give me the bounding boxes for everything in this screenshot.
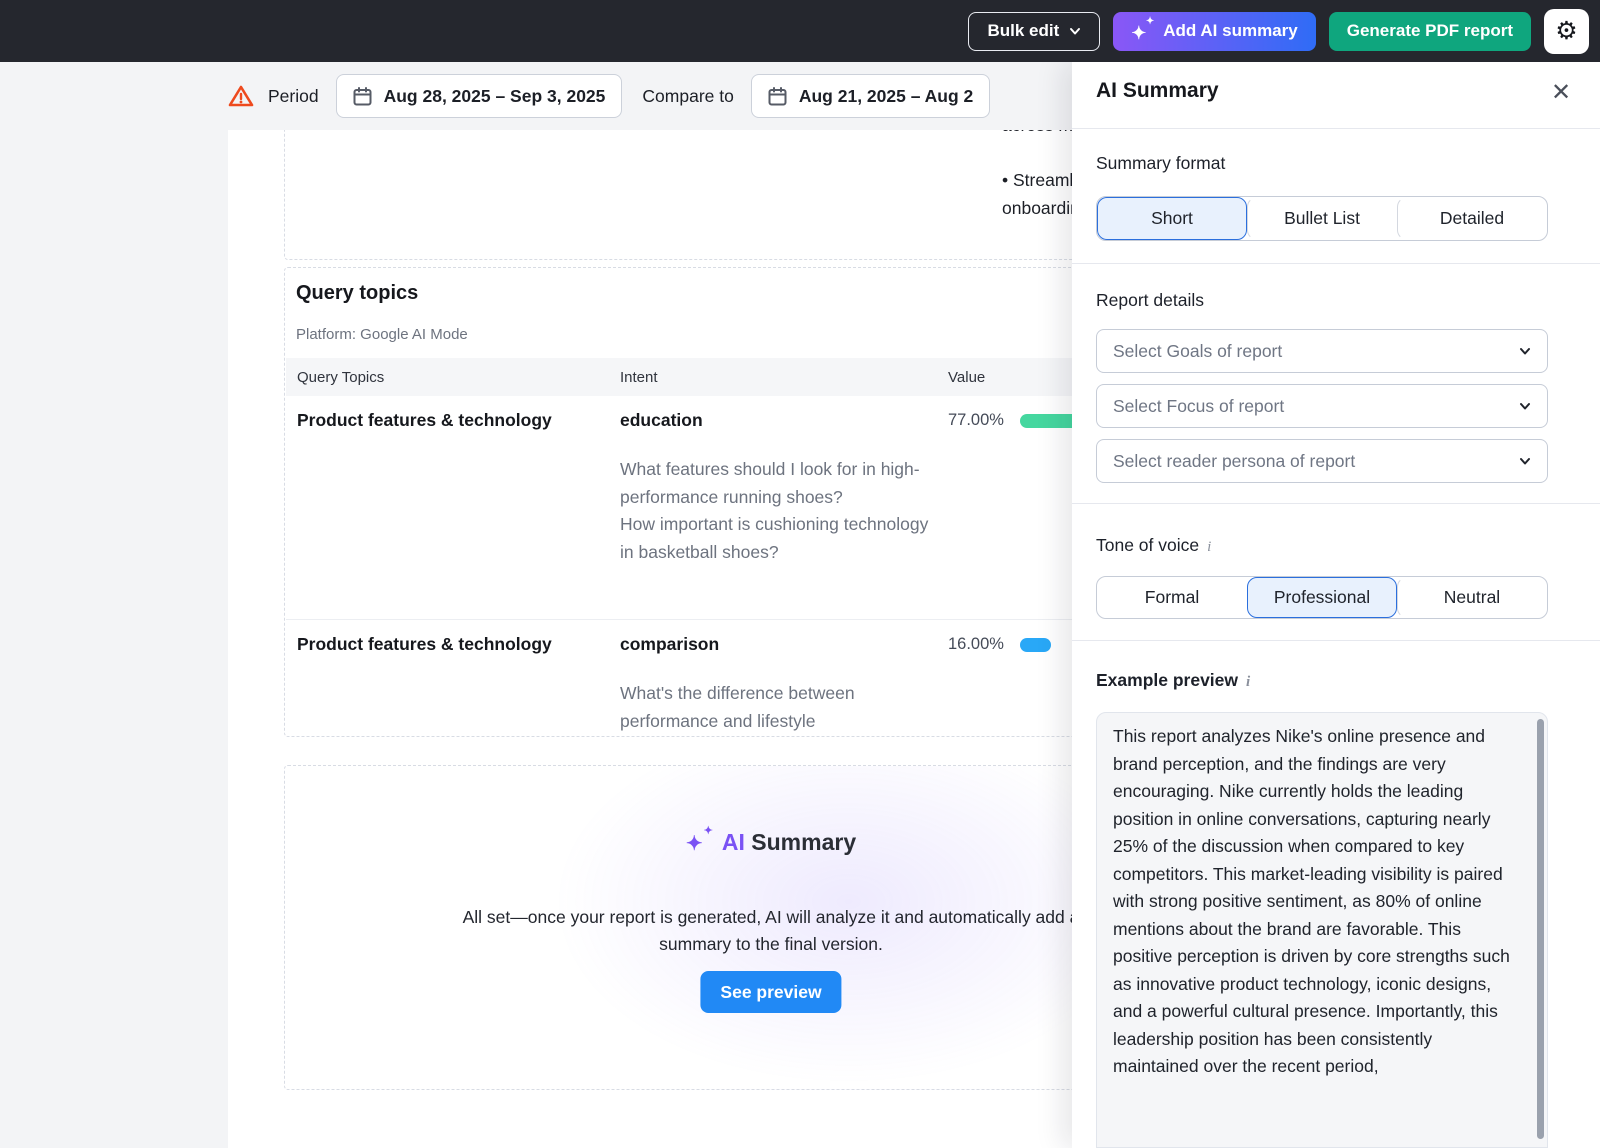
query-topics-platform: Platform: Google AI Mode — [296, 326, 468, 343]
compare-date-picker[interactable]: Aug 21, 2025 – Aug 2 — [751, 74, 990, 118]
value-bar — [1020, 638, 1051, 652]
period-date-value: Aug 28, 2025 – Sep 3, 2025 — [384, 86, 606, 107]
bulk-edit-label: Bulk edit — [987, 21, 1059, 41]
ai-summary-panel: AI Summary ✕ Summary format Short Bullet… — [1072, 62, 1600, 1148]
reader-persona-select[interactable]: Select reader persona of report — [1096, 439, 1548, 483]
segment-detailed[interactable]: Detailed — [1397, 197, 1547, 240]
example-preview-text: This report analyzes Nike's online prese… — [1113, 723, 1518, 1081]
report-details-label: Report details — [1096, 290, 1204, 311]
row-questions: What features should I look for in high-… — [620, 456, 932, 566]
segment-formal[interactable]: Formal — [1097, 577, 1247, 618]
sparkles-icon: ✦✦ — [686, 828, 712, 854]
see-preview-button[interactable]: See preview — [700, 971, 841, 1013]
row-intent: education — [620, 410, 703, 431]
column-header-value: Value — [948, 369, 1068, 386]
example-preview-label-text: Example preview — [1096, 670, 1238, 690]
generate-pdf-report-button[interactable]: Generate PDF report — [1329, 12, 1531, 51]
compare-to-label: Compare to — [642, 86, 733, 107]
summary-format-segmented-control: Short Bullet List Detailed — [1096, 196, 1548, 241]
top-toolbar: Bulk edit ✦✦ Add AI summary Generate PDF… — [0, 0, 1600, 62]
chevron-down-icon — [1519, 345, 1531, 357]
warning-icon — [228, 84, 254, 108]
column-header-query-topics: Query Topics — [297, 369, 617, 386]
example-preview-textarea[interactable]: This report analyzes Nike's online prese… — [1096, 712, 1548, 1148]
goals-select[interactable]: Select Goals of report — [1096, 329, 1548, 373]
promo-title-ai: AI — [722, 829, 745, 855]
settings-button[interactable]: ⚙ — [1544, 9, 1589, 54]
row-value-percent: 77.00% — [948, 411, 1004, 430]
calendar-icon — [353, 87, 372, 106]
info-icon[interactable]: i — [1246, 674, 1250, 690]
ai-summary-promo-body: All set—once your report is generated, A… — [461, 904, 1081, 958]
add-ai-summary-label: Add AI summary — [1163, 21, 1297, 41]
focus-select[interactable]: Select Focus of report — [1096, 384, 1548, 428]
gear-icon: ⚙ — [1555, 19, 1577, 44]
row-value-percent: 16.00% — [948, 635, 1004, 654]
goals-select-placeholder: Select Goals of report — [1113, 341, 1282, 362]
column-header-intent: Intent — [620, 369, 932, 386]
promo-title-summary: Summary — [745, 829, 856, 855]
tone-label-text: Tone of voice — [1096, 535, 1199, 555]
info-icon[interactable]: i — [1207, 539, 1211, 555]
segment-bullet-list[interactable]: Bullet List — [1247, 197, 1397, 240]
segment-neutral[interactable]: Neutral — [1397, 577, 1547, 618]
row-topic: Product features & technology — [297, 634, 617, 655]
sparkles-icon: ✦✦ — [1131, 19, 1153, 43]
example-preview-label: Example preview i — [1096, 670, 1250, 691]
bulk-edit-button[interactable]: Bulk edit — [968, 12, 1100, 51]
row-questions: What's the difference between performanc… — [620, 680, 932, 735]
query-topics-title: Query topics — [296, 282, 418, 305]
row-value: 16.00% — [948, 635, 1051, 654]
panel-title: AI Summary — [1096, 79, 1219, 103]
row-topic: Product features & technology — [297, 410, 617, 431]
compare-date-value: Aug 21, 2025 – Aug 2 — [799, 86, 973, 107]
generate-pdf-label: Generate PDF report — [1347, 21, 1513, 41]
close-icon[interactable]: ✕ — [1544, 76, 1578, 110]
tone-of-voice-label: Tone of voice i — [1096, 535, 1211, 556]
segment-professional[interactable]: Professional — [1247, 577, 1397, 618]
row-intent: comparison — [620, 634, 719, 655]
scrollbar-thumb[interactable] — [1537, 719, 1544, 1139]
chevron-down-icon — [1519, 455, 1531, 467]
focus-select-placeholder: Select Focus of report — [1113, 396, 1284, 417]
add-ai-summary-button[interactable]: ✦✦ Add AI summary — [1113, 12, 1315, 51]
tone-segmented-control: Formal Professional Neutral — [1096, 576, 1548, 619]
segment-short[interactable]: Short — [1097, 197, 1247, 240]
chevron-down-icon — [1519, 400, 1531, 412]
reader-persona-placeholder: Select reader persona of report — [1113, 451, 1355, 472]
period-label: Period — [268, 86, 319, 107]
period-date-picker[interactable]: Aug 28, 2025 – Sep 3, 2025 — [336, 74, 623, 118]
calendar-icon — [768, 87, 787, 106]
summary-format-label: Summary format — [1096, 153, 1225, 174]
chevron-down-icon — [1069, 25, 1081, 37]
